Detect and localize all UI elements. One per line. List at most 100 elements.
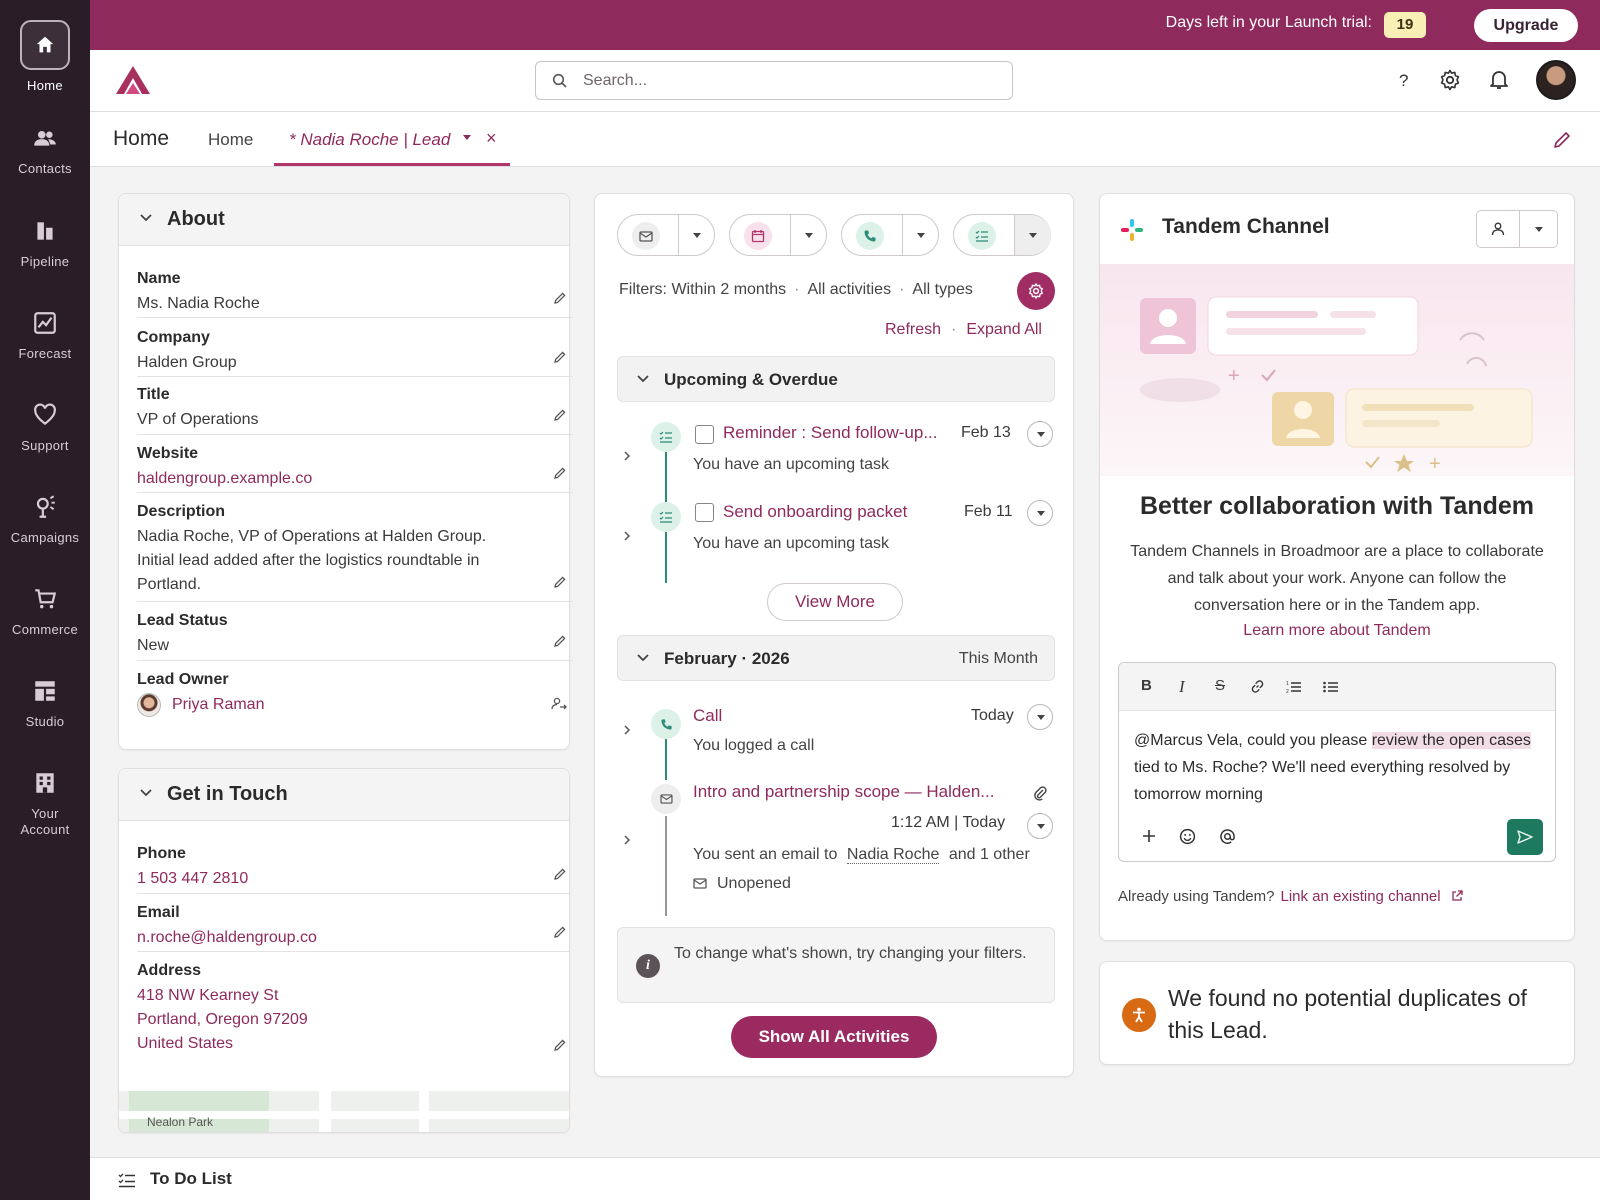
learn-more-link[interactable]: Learn more about Tandem xyxy=(1100,622,1574,640)
pencil-icon[interactable] xyxy=(553,291,567,305)
task-list-icon xyxy=(651,422,681,452)
nav-studio[interactable]: Studio xyxy=(0,678,90,729)
todo-list-bar[interactable]: To Do List xyxy=(90,1157,1600,1200)
expand-all-link[interactable]: Expand All xyxy=(966,321,1042,338)
map-label: Nealon Park xyxy=(147,1115,214,1129)
nav-commerce[interactable]: Commerce xyxy=(0,586,90,637)
email-action-button[interactable] xyxy=(617,214,715,256)
upgrade-button[interactable]: Upgrade xyxy=(1474,9,1578,42)
bulleted-list-icon[interactable] xyxy=(1323,680,1339,694)
nav-forecast[interactable]: Forecast xyxy=(0,310,90,361)
nav-your-account[interactable]: Your Account xyxy=(0,770,90,838)
refresh-link[interactable]: Refresh xyxy=(885,321,941,338)
chevron-down-icon[interactable] xyxy=(692,232,702,239)
nav-pipeline[interactable]: Pipeline xyxy=(0,218,90,269)
tab-nadia-roche-lead[interactable]: * Nadia Roche | Lead × xyxy=(274,112,510,166)
field-label: Email xyxy=(137,904,180,921)
tandem-title: Tandem Channel xyxy=(1162,215,1330,238)
email-menu-button[interactable] xyxy=(1027,813,1053,839)
call-title-link[interactable]: Call xyxy=(693,706,722,726)
chevron-right-icon[interactable] xyxy=(623,450,631,462)
task-checkbox[interactable] xyxy=(695,503,714,522)
chevron-down-icon[interactable] xyxy=(804,232,814,239)
phone-link[interactable]: 1 503 447 2810 xyxy=(137,867,569,891)
task-title-link[interactable]: Reminder : Send follow-up... xyxy=(723,423,938,443)
pencil-icon[interactable] xyxy=(553,408,567,422)
task-menu-button[interactable] xyxy=(1027,421,1053,447)
nav-home[interactable]: Home xyxy=(0,20,90,93)
link-icon[interactable] xyxy=(1250,679,1265,694)
chevron-down-icon[interactable] xyxy=(1534,226,1544,233)
task-menu-button[interactable] xyxy=(1027,500,1053,526)
close-icon[interactable]: × xyxy=(486,128,497,149)
email-link[interactable]: n.roche@haldengroup.co xyxy=(137,926,569,950)
chevron-down-icon[interactable] xyxy=(916,232,926,239)
send-button[interactable] xyxy=(1507,819,1543,855)
filter-settings-button[interactable] xyxy=(1017,272,1055,310)
pencil-icon[interactable] xyxy=(553,867,567,881)
show-all-activities-button[interactable]: Show All Activities xyxy=(731,1016,937,1058)
numbered-list-icon[interactable]: 12 xyxy=(1286,680,1302,694)
recipient-link[interactable]: Nadia Roche xyxy=(846,846,940,864)
filter-range: Filters: Within 2 months xyxy=(619,281,787,298)
mention-icon[interactable] xyxy=(1219,828,1236,845)
website-link[interactable]: haldengroup.example.co xyxy=(137,467,573,491)
change-owner-icon[interactable] xyxy=(551,697,567,711)
upcoming-overdue-section[interactable]: Upcoming & Overdue xyxy=(617,356,1055,402)
emoji-icon[interactable] xyxy=(1179,828,1196,845)
call-menu-button[interactable] xyxy=(1027,704,1053,730)
task-title-link[interactable]: Send onboarding packet xyxy=(723,502,907,522)
bold-button[interactable]: B xyxy=(1141,677,1152,694)
gear-icon[interactable] xyxy=(1438,68,1462,92)
pencil-icon[interactable] xyxy=(553,634,567,648)
pencil-icon[interactable] xyxy=(553,1038,567,1052)
strikethrough-button[interactable]: S xyxy=(1215,677,1225,694)
task-checkbox[interactable] xyxy=(695,425,714,444)
tandem-heading: Better collaboration with Tandem xyxy=(1139,492,1535,520)
nav-support[interactable]: Support xyxy=(0,402,90,453)
help-icon[interactable]: ? xyxy=(1398,69,1412,91)
field-label: Company xyxy=(137,329,210,346)
chevron-down-icon[interactable] xyxy=(462,134,472,142)
home-icon xyxy=(20,20,70,70)
tab-home[interactable]: Home xyxy=(208,130,253,150)
message-text[interactable]: @Marcus Vela, could you please review th… xyxy=(1134,727,1542,808)
nav-label: Forecast xyxy=(18,346,72,361)
bell-icon[interactable] xyxy=(1487,67,1511,91)
pencil-icon[interactable] xyxy=(553,925,567,939)
search-input[interactable]: Search... xyxy=(535,61,1013,100)
link-existing-channel[interactable]: Link an existing channel xyxy=(1281,888,1441,905)
italic-button[interactable]: I xyxy=(1179,677,1185,697)
pencil-icon[interactable] xyxy=(553,466,567,480)
address-link[interactable]: 418 NW Kearney St Portland, Oregon 97209… xyxy=(137,984,569,1056)
pencil-icon[interactable] xyxy=(553,350,567,364)
about-header[interactable]: About xyxy=(119,194,569,246)
call-action-button[interactable] xyxy=(841,214,939,256)
channel-member-button[interactable] xyxy=(1476,210,1558,248)
address-map[interactable]: Nealon Park xyxy=(119,1091,569,1132)
get-in-touch-header[interactable]: Get in Touch xyxy=(119,769,569,821)
edit-icon[interactable] xyxy=(1552,130,1572,150)
view-more-button[interactable]: View More xyxy=(767,583,903,621)
event-action-button[interactable] xyxy=(729,214,827,256)
formatting-toolbar: B I S 12 xyxy=(1119,663,1555,711)
chevron-right-icon[interactable] xyxy=(623,530,631,542)
chevron-right-icon[interactable] xyxy=(623,724,631,736)
pencil-icon[interactable] xyxy=(553,575,567,589)
task-action-button[interactable] xyxy=(953,214,1051,256)
task-date: Feb 11 xyxy=(964,503,1013,520)
february-section[interactable]: February · 2026 This Month xyxy=(617,635,1055,681)
chevron-down-icon[interactable] xyxy=(1028,232,1038,239)
user-avatar[interactable] xyxy=(1536,60,1576,100)
chevron-right-icon[interactable] xyxy=(623,834,631,846)
nav-label: Your Account xyxy=(20,806,70,837)
nav-contacts[interactable]: Contacts xyxy=(0,125,90,176)
app-logo[interactable] xyxy=(114,64,152,96)
email-title-link[interactable]: Intro and partnership scope — Halden... xyxy=(693,782,994,802)
page-title: Home xyxy=(113,127,170,150)
plus-icon[interactable] xyxy=(1141,828,1157,844)
message-composer[interactable]: B I S 12 @Marcus Vela, could you please … xyxy=(1118,662,1556,862)
owner-link[interactable]: Priya Raman xyxy=(137,693,573,717)
nav-campaigns[interactable]: Campaigns xyxy=(0,494,90,545)
highlighted-text: review the open cases xyxy=(1371,732,1531,749)
